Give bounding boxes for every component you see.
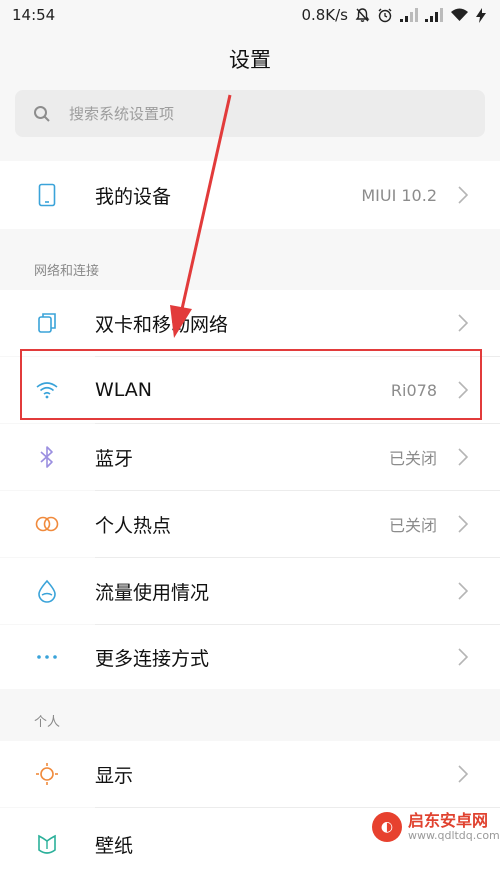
chevron-right-icon xyxy=(458,648,468,666)
alarm-icon xyxy=(378,8,392,23)
wlan-value: Ri078 xyxy=(390,380,437,400)
wifi-icon xyxy=(34,377,60,403)
hotspot-value: 已关闭 xyxy=(388,516,437,535)
status-bar: 14:54 0.8K/s xyxy=(0,0,500,30)
search-input[interactable]: 搜索系统设置项 xyxy=(15,90,485,137)
data-usage-row[interactable]: 流量使用情况 xyxy=(0,558,500,624)
watermark: ◐ 启东安卓网 www.qdltdq.com xyxy=(372,812,500,842)
chevron-right-icon xyxy=(458,582,468,600)
wlan-label: WLAN xyxy=(95,379,153,401)
status-icons: 0.8K/s xyxy=(301,6,486,24)
chevron-right-icon xyxy=(458,186,468,204)
display-label: 显示 xyxy=(95,764,134,787)
page-title: 设置 xyxy=(229,48,271,72)
bluetooth-label: 蓝牙 xyxy=(95,447,134,470)
status-time: 14:54 xyxy=(12,6,56,24)
chevron-right-icon xyxy=(458,314,468,332)
more-connections-label: 更多连接方式 xyxy=(95,647,210,670)
dual-sim-icon xyxy=(34,310,60,336)
watermark-name: 启东安卓网 xyxy=(408,811,489,831)
signal-icon-sim1 xyxy=(400,8,418,22)
chevron-right-icon xyxy=(458,765,468,783)
mute-icon xyxy=(355,8,370,22)
bluetooth-row[interactable]: 蓝牙 已关闭 xyxy=(0,424,500,490)
wlan-row[interactable]: WLAN Ri078 xyxy=(0,357,500,423)
signal-icon-sim2 xyxy=(425,8,443,22)
wallpaper-icon xyxy=(34,831,60,857)
my-device-value: MIUI 10.2 xyxy=(361,185,437,205)
network-speed: 0.8K/s xyxy=(301,6,348,24)
hotspot-icon xyxy=(34,511,60,537)
chevron-right-icon xyxy=(458,381,468,399)
data-usage-icon xyxy=(34,578,60,604)
search-placeholder: 搜索系统设置项 xyxy=(69,105,175,123)
hotspot-label: 个人热点 xyxy=(95,514,172,537)
phone-icon xyxy=(34,182,60,208)
chevron-right-icon xyxy=(458,515,468,533)
my-device-row[interactable]: 我的设备 MIUI 10.2 xyxy=(0,161,500,229)
bluetooth-value: 已关闭 xyxy=(388,449,437,468)
more-connections-row[interactable]: 更多连接方式 xyxy=(0,625,500,689)
wallpaper-label: 壁纸 xyxy=(95,834,134,857)
watermark-url: www.qdltdq.com xyxy=(408,828,500,842)
charging-icon xyxy=(476,7,486,23)
dual-sim-row[interactable]: 双卡和移动网络 xyxy=(0,290,500,356)
data-usage-label: 流量使用情况 xyxy=(95,581,210,604)
watermark-logo-icon: ◐ xyxy=(372,812,402,842)
hotspot-row[interactable]: 个人热点 已关闭 xyxy=(0,491,500,557)
wifi-status-icon xyxy=(451,8,468,21)
display-row[interactable]: 显示 xyxy=(0,741,500,807)
bluetooth-icon xyxy=(34,444,60,470)
my-device-label: 我的设备 xyxy=(95,185,172,208)
chevron-right-icon xyxy=(458,448,468,466)
section-header-personal: 个人 xyxy=(34,715,61,730)
search-icon xyxy=(34,105,50,122)
more-icon xyxy=(34,644,60,670)
dual-sim-label: 双卡和移动网络 xyxy=(95,313,229,336)
display-icon xyxy=(34,761,60,787)
section-header-network: 网络和连接 xyxy=(34,264,100,279)
